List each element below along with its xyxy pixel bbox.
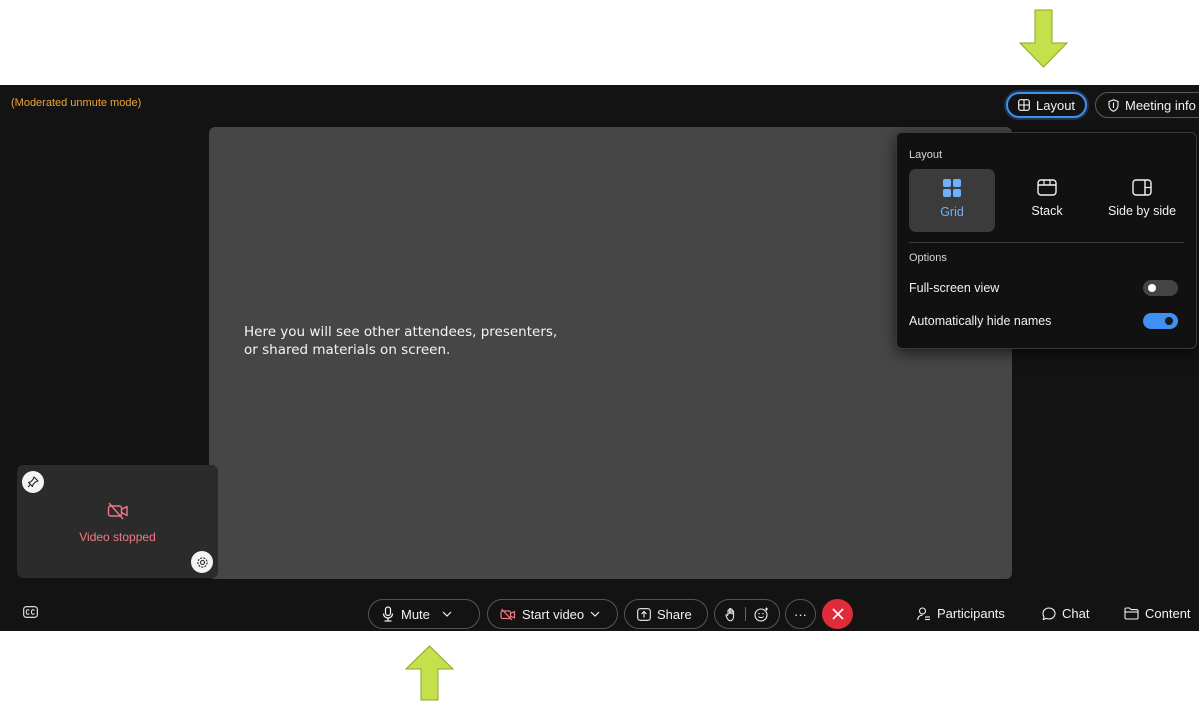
- stage-message-line-1: Here you will see other attendees, prese…: [244, 324, 558, 340]
- close-icon: [831, 608, 844, 620]
- stage-message-line-2: or shared materials on screen.: [244, 342, 451, 358]
- more-options-button[interactable]: ···: [785, 599, 816, 629]
- layout-option-stack[interactable]: Stack: [1004, 169, 1090, 232]
- stage-placeholder-message: Here you will see other attendees, prese…: [244, 323, 604, 359]
- start-video-button[interactable]: Start video: [487, 599, 618, 629]
- layout-option-grid-label: Grid: [940, 205, 964, 219]
- more-icon: ···: [794, 606, 807, 622]
- participants-label: Participants: [937, 606, 1005, 621]
- folder-icon: [1124, 607, 1139, 620]
- self-view-tile: Video stopped: [17, 465, 218, 578]
- pin-button[interactable]: [22, 471, 44, 493]
- closed-captions-icon: [23, 606, 38, 618]
- auto-hide-names-toggle[interactable]: [1143, 313, 1178, 329]
- emoji-icon[interactable]: [754, 607, 769, 622]
- share-button[interactable]: Share: [624, 599, 708, 629]
- shield-icon: [1108, 98, 1119, 112]
- mute-button[interactable]: Mute: [368, 599, 480, 629]
- meeting-window: (Moderated unmute mode) Layout Meeting i…: [0, 85, 1199, 631]
- main-stage: Here you will see other attendees, prese…: [209, 127, 1012, 579]
- full-screen-view-row: Full-screen view: [909, 278, 1178, 298]
- annotation-arrow-up: [405, 645, 455, 701]
- reactions-group: [714, 599, 780, 629]
- layout-option-side-by-side[interactable]: Side by side: [1094, 169, 1190, 232]
- toggle-knob: [1165, 317, 1173, 325]
- video-off-icon: [107, 502, 129, 520]
- chevron-down-icon[interactable]: [590, 611, 600, 617]
- grid-layout-icon: [943, 179, 961, 205]
- share-label: Share: [657, 606, 692, 622]
- auto-hide-names-row: Automatically hide names: [909, 311, 1178, 331]
- meeting-info-button[interactable]: Meeting info: [1095, 92, 1199, 118]
- auto-hide-names-label: Automatically hide names: [909, 314, 1052, 328]
- moderated-unmute-label: (Moderated unmute mode): [11, 97, 142, 109]
- popup-divider: [909, 242, 1184, 243]
- layout-option-grid[interactable]: Grid: [909, 169, 995, 232]
- layout-popup: Layout Grid Stack Side by side Options F…: [896, 132, 1197, 349]
- participants-icon: [917, 606, 931, 621]
- leave-meeting-button[interactable]: [822, 599, 853, 629]
- closed-captions-button[interactable]: [23, 606, 38, 618]
- video-settings-button[interactable]: [191, 551, 213, 573]
- chat-icon: [1042, 606, 1056, 621]
- layout-heading: Layout: [909, 149, 943, 161]
- gear-icon: [196, 556, 209, 569]
- toggle-knob: [1148, 284, 1156, 292]
- video-off-icon: [500, 608, 516, 621]
- chat-button[interactable]: Chat: [1042, 606, 1089, 621]
- hand-icon[interactable]: [725, 607, 737, 622]
- layout-option-stack-label: Stack: [1031, 204, 1063, 218]
- annotation-arrow-down: [1019, 9, 1069, 69]
- microphone-icon: [381, 606, 395, 622]
- layout-button[interactable]: Layout: [1006, 92, 1087, 118]
- participants-button[interactable]: Participants: [917, 606, 1005, 621]
- content-button[interactable]: Content: [1124, 606, 1191, 621]
- pin-icon: [27, 476, 39, 488]
- mute-label: Mute: [401, 606, 430, 622]
- chevron-down-icon[interactable]: [442, 611, 452, 617]
- chat-label: Chat: [1062, 606, 1090, 621]
- side-by-side-layout-icon: [1132, 179, 1152, 204]
- full-screen-view-toggle[interactable]: [1143, 280, 1178, 296]
- grid-icon: [1018, 99, 1030, 111]
- start-video-label: Start video: [522, 606, 585, 622]
- layout-option-side-by-side-label: Side by side: [1107, 204, 1177, 218]
- reactions-separator: [745, 607, 746, 621]
- options-heading: Options: [909, 252, 947, 264]
- layout-button-label: Layout: [1036, 97, 1076, 113]
- full-screen-view-label: Full-screen view: [909, 281, 1000, 295]
- content-label: Content: [1145, 606, 1191, 621]
- share-screen-icon: [637, 607, 651, 621]
- meeting-info-label: Meeting info: [1125, 97, 1196, 113]
- stack-layout-icon: [1037, 179, 1057, 204]
- video-stopped-label: Video stopped: [79, 530, 156, 544]
